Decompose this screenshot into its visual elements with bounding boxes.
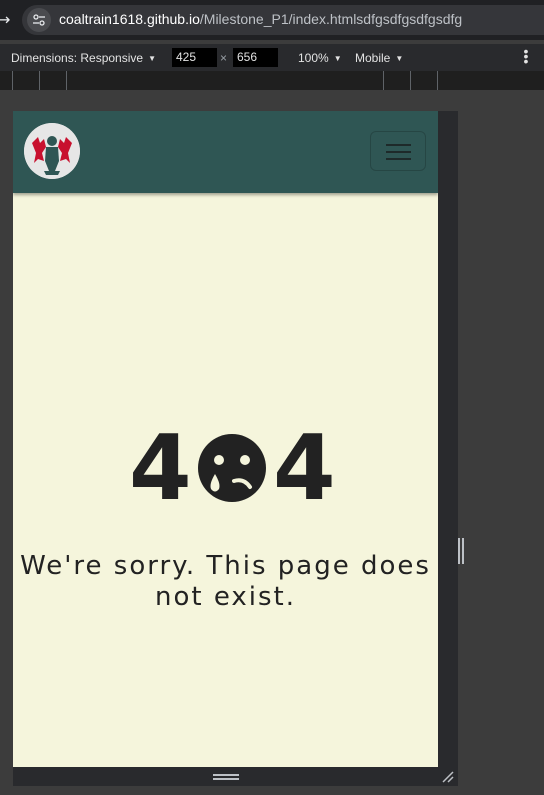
resize-corner-icon[interactable] xyxy=(442,771,454,783)
zoom-label: 100% xyxy=(298,51,329,65)
resize-handle-bottom[interactable] xyxy=(213,778,239,780)
more-options-icon[interactable]: • • • xyxy=(522,44,530,68)
back-arrow-icon[interactable]: → xyxy=(0,10,10,29)
caret-down-icon: ▼ xyxy=(148,54,156,63)
media-query-marker[interactable] xyxy=(383,71,384,90)
caret-down-icon: ▼ xyxy=(333,54,342,63)
throttle-label: Mobile xyxy=(355,51,391,65)
sad-face-icon xyxy=(198,434,266,502)
resize-handle-right[interactable] xyxy=(458,538,464,564)
ruler-spacer xyxy=(0,90,544,110)
url-path: /Milestone_P1/index.htmlsdfgsdfgsdfgsdfg xyxy=(199,11,463,27)
site-navbar xyxy=(13,111,438,193)
media-query-marker[interactable] xyxy=(39,71,40,90)
zoom-dropdown[interactable]: 100% ▼ xyxy=(298,51,342,65)
error-message: We're sorry. This page does not exist. xyxy=(20,551,431,612)
browser-address-bar: → coaltrain1618.github.io/Milestone_P1/i… xyxy=(0,0,544,40)
hamburger-bar xyxy=(386,144,411,146)
media-query-marker[interactable] xyxy=(437,71,438,90)
site-info-icon[interactable] xyxy=(27,8,51,32)
media-query-marker[interactable] xyxy=(66,71,67,90)
media-query-bar xyxy=(0,71,544,90)
error-code: 4 4 xyxy=(13,416,438,521)
dimensions-dropdown[interactable]: Dimensions: Responsive ▼ xyxy=(11,51,156,65)
site-logo[interactable] xyxy=(24,123,80,179)
emulated-viewport: 4 4 We're sorry. This page does not exis… xyxy=(13,111,438,767)
dimensions-label: Dimensions: Responsive xyxy=(11,51,144,65)
hamburger-bar xyxy=(386,158,411,160)
media-query-marker[interactable] xyxy=(12,71,13,90)
url-text[interactable]: coaltrain1618.github.io/Milestone_P1/ind… xyxy=(59,11,462,27)
device-frame-bottom xyxy=(13,767,458,786)
error-digit-left: 4 xyxy=(129,416,192,521)
device-toolbar: Dimensions: Responsive ▼ 425 × 656 100% ▼ … xyxy=(0,44,544,71)
url-host: coaltrain1618.github.io xyxy=(59,11,200,27)
dragon-crest-icon xyxy=(24,123,80,179)
height-input[interactable]: 656 xyxy=(233,48,278,67)
width-input[interactable]: 425 xyxy=(172,48,217,67)
caret-down-icon: ▼ xyxy=(395,54,404,63)
hamburger-bar xyxy=(386,151,411,153)
throttle-dropdown[interactable]: Mobile ▼ xyxy=(355,51,403,65)
error-digit-right: 4 xyxy=(273,416,336,521)
resize-handle-bottom[interactable] xyxy=(213,774,239,776)
nav-toggle-button[interactable] xyxy=(370,131,426,171)
times-sign: × xyxy=(220,51,228,65)
media-query-marker[interactable] xyxy=(410,71,411,90)
